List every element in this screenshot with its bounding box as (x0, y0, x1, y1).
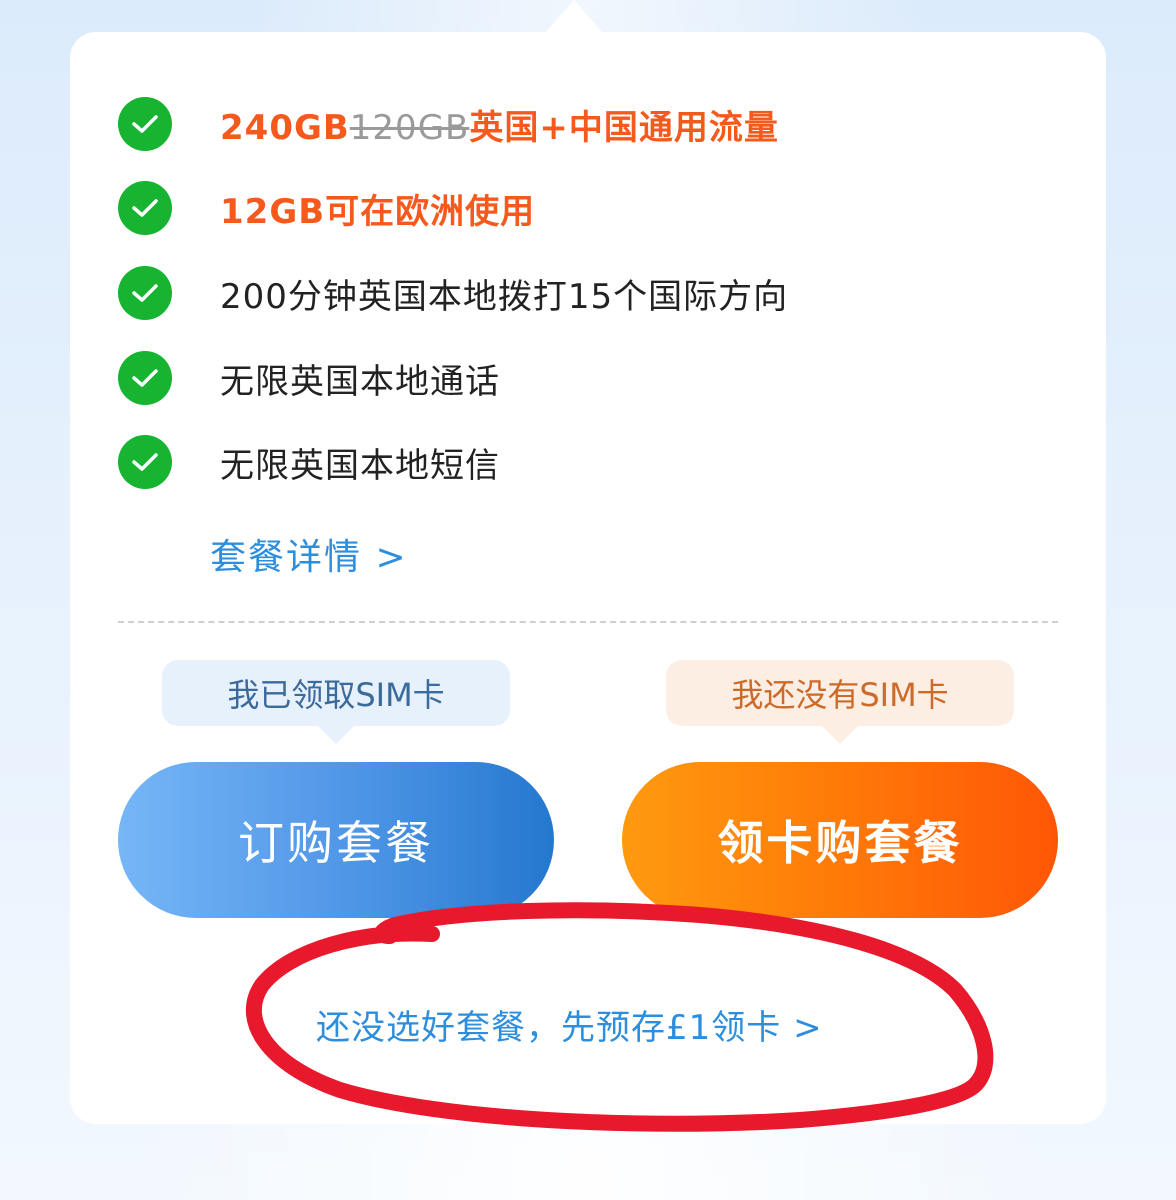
feature-text: 12GB可在欧洲使用 (220, 191, 536, 232)
check-circle-icon (118, 181, 172, 235)
feature-item: 240GB120GB英国+中国通用流量 (118, 94, 779, 154)
check-circle-icon (118, 97, 172, 151)
feature-text: 200分钟英国本地拨打15个国际方向 (220, 276, 789, 317)
feature-item: 无限英国本地短信 (118, 432, 500, 492)
check-circle-icon (118, 266, 172, 320)
check-circle-icon (118, 435, 172, 489)
feature-text: 240GB120GB英国+中国通用流量 (220, 100, 779, 149)
have-sim-tooltip: 我已领取SIM卡 (162, 660, 510, 744)
feature-item: 无限英国本地通话 (118, 348, 500, 408)
plan-card: 240GB120GB英国+中国通用流量 12GB可在欧洲使用 200分钟英国本地… (70, 32, 1106, 1124)
no-sim-tooltip: 我还没有SIM卡 (666, 660, 1014, 744)
dashed-divider (118, 621, 1058, 623)
feature-item: 12GB可在欧洲使用 (118, 178, 535, 238)
order-plan-button[interactable]: 订购套餐 (118, 762, 554, 918)
get-card-buy-plan-button[interactable]: 领卡购套餐 (622, 762, 1058, 918)
feature-text: 无限英国本地通话 (220, 361, 500, 402)
plan-details-link[interactable]: 套餐详情 > (210, 528, 408, 580)
feature-original-amount: 120GB (349, 107, 470, 148)
feature-data-amount: 240GB (220, 107, 350, 148)
prestore-link[interactable]: 还没选好套餐，先预存£1领卡 > (316, 1000, 823, 1049)
card-pointer (544, 0, 604, 34)
feature-data-description: 英国+中国通用流量 (469, 107, 779, 148)
feature-text: 无限英国本地短信 (220, 445, 500, 486)
feature-item: 200分钟英国本地拨打15个国际方向 (118, 263, 788, 323)
check-circle-icon (118, 351, 172, 405)
